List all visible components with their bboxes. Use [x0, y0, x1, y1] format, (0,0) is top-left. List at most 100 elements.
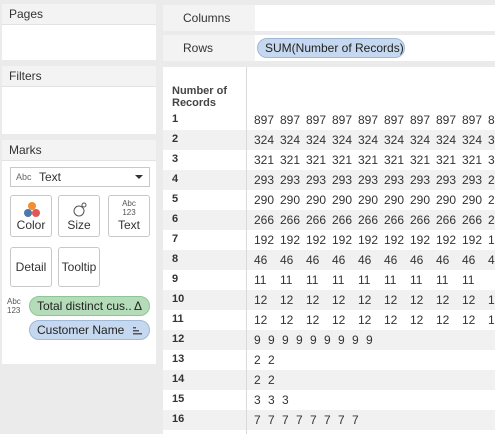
table-cell[interactable]: 3	[268, 393, 282, 407]
table-cell[interactable]: 321	[462, 153, 488, 167]
table-cell[interactable]: 12	[332, 313, 358, 327]
table-cell[interactable]: 2	[268, 353, 282, 367]
table-cell[interactable]: 321	[488, 153, 495, 167]
table-cell[interactable]: 293	[384, 173, 410, 187]
table-cell[interactable]: 192	[410, 233, 436, 247]
table-cell[interactable]: 7	[296, 413, 310, 427]
table-row[interactable]: 12 9 9 9 9 9 9 9 9 9	[163, 330, 495, 350]
table-cell[interactable]: 12	[358, 293, 384, 307]
table-row[interactable]: 846464646464646464646	[163, 250, 495, 270]
table-row[interactable]: 6266266266266266266266266266266	[163, 210, 495, 230]
table-cell[interactable]: 12	[280, 313, 306, 327]
table-cell[interactable]: 266	[384, 213, 410, 227]
table-cell[interactable]: 12	[462, 293, 488, 307]
table-cell[interactable]: 321	[306, 153, 332, 167]
table-cell[interactable]: 266	[306, 213, 332, 227]
table-cell[interactable]: 324	[358, 133, 384, 147]
table-cell[interactable]: 266	[410, 213, 436, 227]
table-cell[interactable]: 12	[254, 293, 280, 307]
table-cell[interactable]: 290	[384, 193, 410, 207]
table-cell[interactable]: 11	[462, 273, 488, 287]
table-cell[interactable]: 192	[332, 233, 358, 247]
table-cell[interactable]: 293	[306, 173, 332, 187]
table-row[interactable]: 13 2 2	[163, 350, 495, 370]
table-cell[interactable]: 321	[332, 153, 358, 167]
table-cell[interactable]: 321	[280, 153, 306, 167]
rows-shelf[interactable]: Rows SUM(Number of Records)	[163, 35, 495, 61]
table-cell[interactable]: 12	[436, 293, 462, 307]
table-row[interactable]: 15 3 3 3	[163, 390, 495, 410]
table-cell[interactable]: 192	[384, 233, 410, 247]
table-cell[interactable]: 9	[310, 333, 324, 347]
table-cell[interactable]: 897	[254, 113, 280, 127]
table-cell[interactable]: 12	[488, 313, 495, 327]
table-cell[interactable]: 11	[306, 273, 332, 287]
table-cell[interactable]: 897	[462, 113, 488, 127]
table-row[interactable]: 4293293293293293293293293293293	[163, 170, 495, 190]
table-cell[interactable]: 46	[254, 253, 280, 267]
table-row[interactable]: 1012121212121212121212	[163, 290, 495, 310]
table-cell[interactable]: 897	[358, 113, 384, 127]
table-cell[interactable]: 12	[358, 313, 384, 327]
table-cell[interactable]: 7	[324, 413, 338, 427]
table-row[interactable]: 16 7 7 7 7 7 7 7 7	[163, 410, 495, 430]
table-cell[interactable]: 192	[306, 233, 332, 247]
table-cell[interactable]: 2	[254, 353, 268, 367]
table-cell[interactable]: 12	[410, 293, 436, 307]
size-button[interactable]: Size	[58, 195, 100, 237]
table-cell[interactable]: 293	[488, 173, 495, 187]
table-cell[interactable]: 324	[332, 133, 358, 147]
table-cell[interactable]: 897	[488, 113, 495, 127]
table-cell[interactable]: 7	[254, 413, 268, 427]
table-cell[interactable]: 897	[280, 113, 306, 127]
table-cell[interactable]: 324	[462, 133, 488, 147]
columns-shelf[interactable]: Columns	[163, 5, 495, 31]
table-cell[interactable]: 324	[306, 133, 332, 147]
table-cell[interactable]: 293	[358, 173, 384, 187]
table-cell[interactable]: 12	[384, 313, 410, 327]
table-cell[interactable]: 290	[410, 193, 436, 207]
color-button[interactable]: Color	[10, 195, 52, 237]
table-cell[interactable]: 7	[338, 413, 352, 427]
table-cell[interactable]: 11	[332, 273, 358, 287]
table-cell[interactable]: 11	[436, 273, 462, 287]
table-cell[interactable]: 897	[410, 113, 436, 127]
table-cell[interactable]: 321	[384, 153, 410, 167]
table-cell[interactable]: 290	[254, 193, 280, 207]
total-distinct-customers-pill[interactable]: Total distinct cus.. Δ	[29, 296, 150, 316]
table-cell[interactable]: 9	[324, 333, 338, 347]
table-cell[interactable]: 9	[296, 333, 310, 347]
table-row[interactable]: 5290290290290290290290290290290	[163, 190, 495, 210]
table-cell[interactable]: 321	[410, 153, 436, 167]
table-cell[interactable]: 266	[254, 213, 280, 227]
table-cell[interactable]: 11	[384, 273, 410, 287]
table-cell[interactable]: 321	[358, 153, 384, 167]
table-cell[interactable]: 12	[306, 293, 332, 307]
table-cell[interactable]: 3	[282, 393, 296, 407]
table-row[interactable]: 3321321321321321321321321321321	[163, 150, 495, 170]
table-cell[interactable]: 324	[280, 133, 306, 147]
table-cell[interactable]: 897	[306, 113, 332, 127]
table-row[interactable]: 14 2 2	[163, 370, 495, 390]
table-cell[interactable]: 192	[280, 233, 306, 247]
table-cell[interactable]: 266	[332, 213, 358, 227]
table-cell[interactable]: 324	[488, 133, 495, 147]
table-cell[interactable]: 192	[254, 233, 280, 247]
table-cell[interactable]: 12	[488, 293, 495, 307]
table-cell[interactable]: 293	[410, 173, 436, 187]
table-cell[interactable]: 46	[462, 253, 488, 267]
table-cell[interactable]: 266	[462, 213, 488, 227]
table-cell[interactable]: 324	[384, 133, 410, 147]
table-cell[interactable]: 46	[332, 253, 358, 267]
table-cell[interactable]: 12	[410, 313, 436, 327]
table-cell[interactable]: 293	[332, 173, 358, 187]
table-cell[interactable]: 290	[280, 193, 306, 207]
tooltip-button[interactable]: Tooltip	[58, 247, 100, 287]
table-cell[interactable]: 290	[306, 193, 332, 207]
table-row[interactable]: 7192192192192192192192192192192	[163, 230, 495, 250]
table-cell[interactable]: 293	[436, 173, 462, 187]
table-row[interactable]: 1112121212121212121212	[163, 310, 495, 330]
table-cell[interactable]: 12	[280, 293, 306, 307]
table-cell[interactable]: 46	[410, 253, 436, 267]
table-cell[interactable]: 12	[254, 313, 280, 327]
